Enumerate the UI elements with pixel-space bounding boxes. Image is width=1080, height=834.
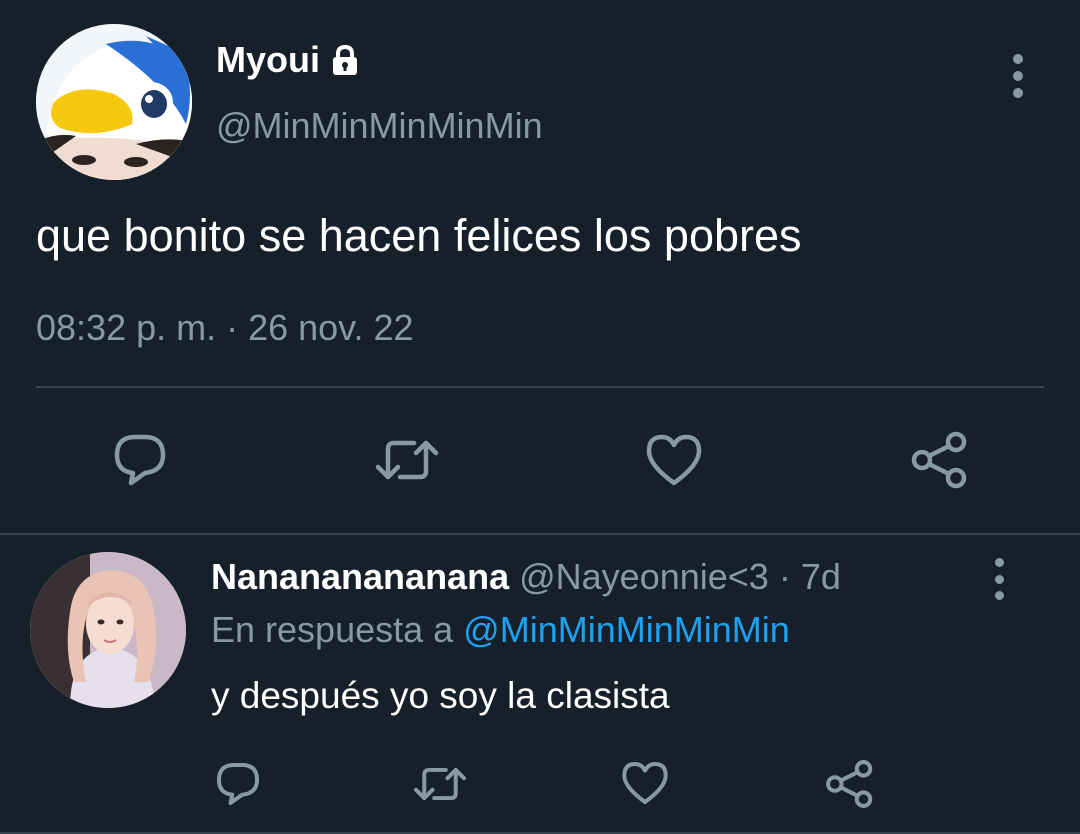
tweet-text: que bonito se hacen felices los pobres: [36, 210, 802, 261]
like-icon: [646, 434, 702, 486]
reply-button[interactable]: [212, 758, 264, 810]
retweet-button[interactable]: [374, 430, 440, 490]
reply-icon: [114, 434, 166, 486]
retweet-icon: [414, 767, 466, 801]
replying-to-label: En respuesta a: [211, 609, 454, 650]
reply-author-avatar[interactable]: [30, 552, 186, 708]
author-handle[interactable]: @MinMinMinMinMin: [216, 104, 543, 148]
share-icon: [826, 760, 873, 808]
reply-header: Nanananananana @Nayeonnie<3 · 7d: [211, 555, 841, 599]
avatar-image: [36, 24, 192, 180]
reply-author-name[interactable]: Nanananananana: [211, 556, 509, 597]
reply-meta: @Nayeonnie<3 · 7d: [519, 556, 841, 597]
lock-icon: [328, 43, 362, 77]
mention-link[interactable]: @MinMinMinMinMin: [463, 609, 790, 650]
like-icon: [622, 761, 668, 805]
share-icon: [911, 431, 967, 489]
more-options-icon[interactable]: [979, 558, 1019, 600]
divider: [0, 533, 1080, 535]
retweet-button[interactable]: [412, 758, 468, 810]
author-display-name[interactable]: Myoui: [216, 38, 362, 82]
more-options-icon[interactable]: [998, 54, 1038, 98]
share-button[interactable]: [908, 428, 972, 492]
share-button[interactable]: [822, 756, 878, 812]
reply-text: y después yo soy la clasista: [211, 675, 670, 716]
tweet-timestamp[interactable]: 08:32 p. m. · 26 nov. 22: [36, 306, 414, 350]
like-button[interactable]: [618, 756, 672, 810]
retweet-icon: [375, 440, 439, 480]
reply-button[interactable]: [110, 430, 170, 490]
replying-to: En respuesta a @MinMinMinMinMin: [211, 608, 790, 652]
author-avatar[interactable]: [36, 24, 192, 180]
reply-icon: [216, 762, 260, 806]
author-name-text: Myoui: [216, 39, 320, 80]
divider: [36, 386, 1044, 388]
avatar-image: [30, 552, 186, 708]
like-button[interactable]: [642, 428, 706, 492]
